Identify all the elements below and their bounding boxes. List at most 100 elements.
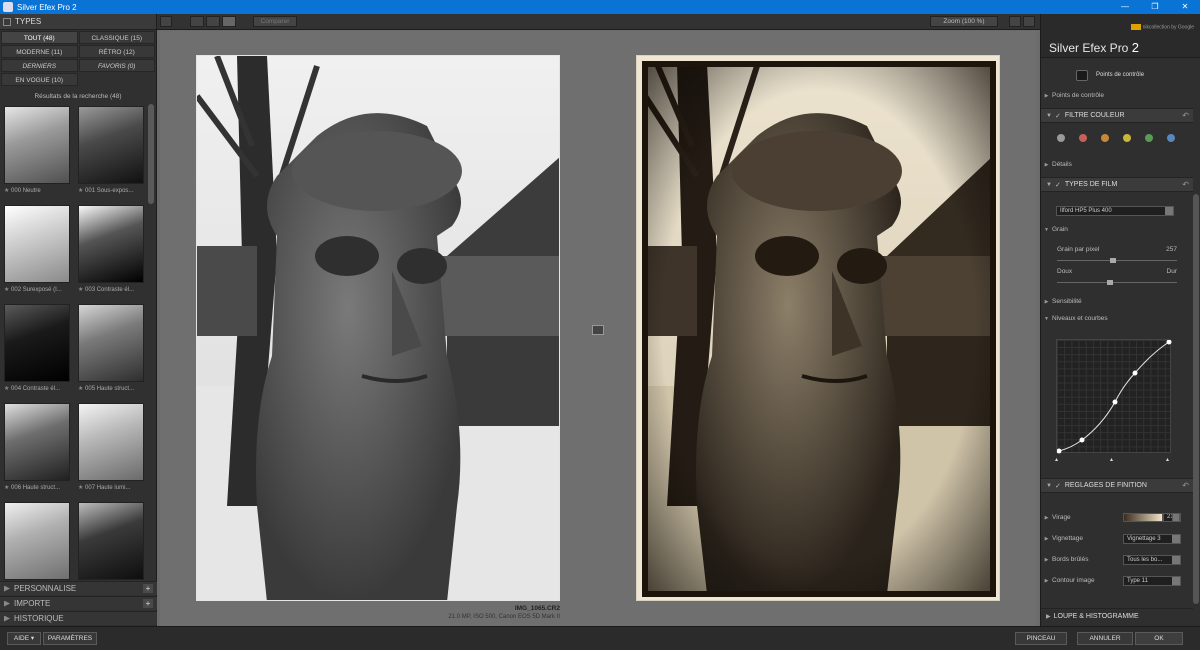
filter-classic[interactable]: CLASSIQUE (15) [78,31,155,44]
help-button[interactable]: AIDE ▾ [7,632,41,645]
toning-gradient[interactable] [1123,513,1163,522]
preview-area: Comparer Zoom (100 %) IMG_1065.CR2 21.0 … [157,14,1040,626]
image-border-select[interactable]: Type 11 [1123,576,1181,586]
adjustments-panel: nikcollection by Google Silver Efex Pro … [1040,14,1200,626]
original-photo[interactable] [196,55,560,601]
checkmark-icon[interactable]: ✓ [1055,482,1061,490]
curve-point[interactable] [1166,340,1172,345]
add-custom-button[interactable]: + [143,584,153,593]
chevron-down-icon [1172,577,1180,585]
compare-button[interactable]: Comparer [253,16,297,27]
black-point-marker-icon[interactable]: ▴ [1055,456,1058,463]
types-header[interactable]: TYPES [0,14,156,30]
sensitivity-label: Sensibilité [1052,298,1082,305]
checkmark-icon[interactable]: ✓ [1055,181,1061,189]
preset-label: 005 Haute struct... [78,385,148,392]
settings-button[interactable]: PARAMÈTRES [43,632,97,645]
slider-knob[interactable] [1110,258,1117,263]
grain-per-pixel-slider[interactable] [1057,258,1177,263]
restore-button[interactable]: ❐ [1140,0,1170,14]
loupe-icon[interactable] [1009,16,1021,27]
preset-label: 006 Haute struct... [4,484,74,491]
filter-trending[interactable]: EN VOGUE (10) [1,73,78,86]
cancel-button[interactable]: ANNULER [1077,632,1133,645]
reset-icon[interactable]: ↶ [1182,111,1189,120]
finishing-header[interactable]: ▼ ✓ REGLAGES DE FINITION ↶ [1041,478,1193,493]
preset-thumb[interactable]: 004 Contraste él... [4,304,70,392]
preset-thumb[interactable]: 005 Haute struct... [78,304,144,392]
section-imported[interactable]: IMPORTE + [0,596,157,610]
types-label: TYPES [15,17,42,26]
color-filter-swatch[interactable] [1167,134,1175,142]
brand-header: nikcollection by Google Silver Efex Pro … [1041,14,1200,58]
filter-retro[interactable]: RÉTRO (12) [78,45,155,58]
brush-button[interactable]: PINCEAU [1015,632,1067,645]
single-view-icon[interactable] [190,16,204,27]
close-button[interactable]: ✕ [1170,0,1200,14]
slider-knob[interactable] [1106,280,1113,285]
preset-thumb[interactable]: 002 Surexposé (I... [4,205,70,293]
tone-curve-editor[interactable] [1056,339,1172,454]
preset-thumb[interactable] [4,502,70,580]
control-points-row[interactable]: ▶ Points de contrôle [1041,92,1193,99]
preset-thumb[interactable]: 000 Neutre [4,106,70,194]
color-filter-swatch[interactable] [1057,134,1065,142]
sensitivity-row[interactable]: ▶ Sensibilité [1041,298,1193,305]
brand-title: Silver Efex Pro 2 [1049,40,1139,55]
zoom-select[interactable]: Zoom (100 %) [930,16,998,27]
film-select[interactable]: Ilford HP5 Plus 400 [1056,206,1174,216]
hard-label: Dur [1166,268,1177,275]
color-filter-title: FILTRE COULEUR [1064,112,1125,119]
toggle-left-panel-icon[interactable] [160,16,172,27]
side-by-side-view-icon[interactable] [222,16,236,27]
filter-recent[interactable]: DERNIERS [1,59,78,72]
swap-compare-icon[interactable] [592,325,604,335]
color-filter-swatch[interactable] [1123,134,1131,142]
reset-icon[interactable]: ↶ [1182,180,1189,189]
split-view-icon[interactable] [206,16,220,27]
color-filter-swatch[interactable] [1101,134,1109,142]
add-imported-button[interactable]: + [143,599,153,608]
soft-hard-slider[interactable] [1057,280,1177,285]
color-filter-swatches [1041,134,1193,146]
preset-thumb[interactable]: 003 Contraste él... [78,205,144,293]
minimize-button[interactable]: — [1110,0,1140,14]
color-filter-swatch[interactable] [1079,134,1087,142]
ok-button[interactable]: OK [1135,632,1183,645]
curve-point[interactable] [1057,448,1062,454]
white-point-marker-icon[interactable]: ▴ [1166,456,1169,463]
curve-point[interactable] [1112,399,1118,405]
section-history[interactable]: HISTORIQUE [0,611,157,625]
preset-thumb[interactable]: 007 Haute lumi... [78,403,144,491]
results-label: Résultats de la recherche (48) [34,93,122,100]
reset-icon[interactable]: ↶ [1182,481,1189,490]
toggle-right-panel-icon[interactable] [1023,16,1035,27]
filter-all[interactable]: TOUT (48) [1,31,78,44]
film-types-title: TYPES DE FILM [1064,181,1118,188]
color-filter-swatch[interactable] [1145,134,1153,142]
details-row[interactable]: ▶ Détails [1041,161,1193,168]
color-filter-header[interactable]: ▼ ✓ FILTRE COULEUR ↶ [1041,108,1193,123]
title-bar: Silver Efex Pro 2 — ❐ ✕ [0,0,1200,14]
grain-row[interactable]: ▼ Grain [1041,226,1193,233]
control-point-button[interactable]: Points de contrôle [1073,68,1163,82]
chevron-down-icon[interactable] [1172,513,1180,522]
curve-point[interactable] [1079,437,1085,443]
preset-thumb[interactable]: 006 Haute struct... [4,403,70,491]
filter-favorites[interactable]: FAVORIS (0) [78,59,155,72]
loupe-histogram-header[interactable]: ▶ LOUPE & HISTOGRAMME [1041,608,1193,623]
processed-photo[interactable] [636,55,1000,601]
section-custom[interactable]: PERSONNALISE + [0,581,157,595]
checkmark-icon[interactable]: ✓ [1055,112,1061,120]
preset-thumb[interactable] [78,502,144,580]
mid-point-marker-icon[interactable]: ▴ [1110,456,1113,463]
filter-modern[interactable]: MODERNE (11) [1,45,78,58]
film-types-header[interactable]: ▼ ✓ TYPES DE FILM ↶ [1041,177,1193,192]
burned-edges-select[interactable]: Tous les bo... [1123,555,1181,565]
adjustments-scrollbar[interactable] [1193,194,1199,604]
vignette-select[interactable]: Vignettage 3 [1123,534,1181,544]
presets-scrollbar[interactable] [148,104,154,204]
preset-thumb[interactable]: 001 Sous-expos... [78,106,144,194]
curve-point[interactable] [1132,370,1138,376]
levels-curves-row[interactable]: ▼ Niveaux et courbes [1041,315,1193,322]
